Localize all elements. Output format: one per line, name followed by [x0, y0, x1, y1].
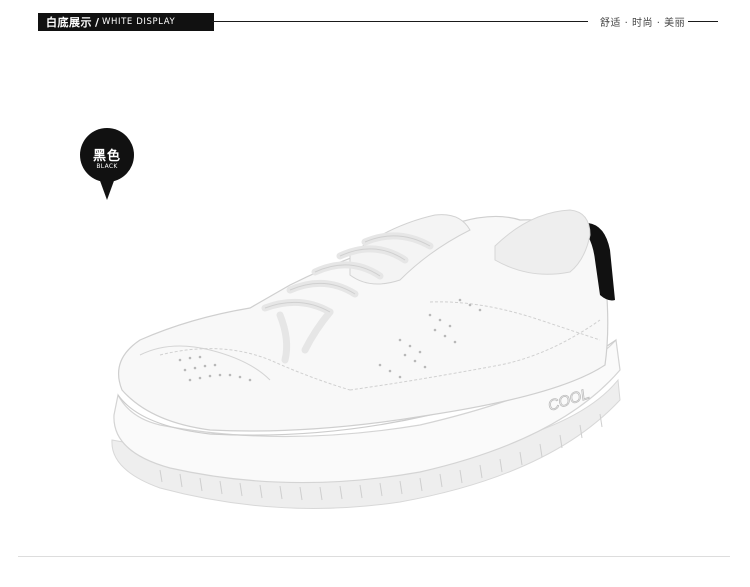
section-tag: 白底展示 / WHITE DISPLAY — [38, 13, 214, 31]
header-slogan: 舒适 · 时尚 · 美丽 — [600, 18, 686, 29]
footer-divider — [18, 556, 730, 557]
product-image: COOL — [100, 190, 640, 530]
color-badge-label-en: BLACK — [96, 163, 118, 170]
header-divider-left — [212, 21, 588, 22]
color-badge-label-cn: 黑色 — [92, 149, 121, 164]
section-tag-separator: / — [95, 15, 100, 29]
header-bar: 白底展示 / WHITE DISPLAY 舒适 · 时尚 · 美丽 — [0, 0, 750, 40]
section-tag-cn: 白底展示 — [46, 16, 92, 29]
header-divider-right — [688, 21, 718, 22]
section-tag-en: WHITE DISPLAY — [102, 17, 176, 27]
white-sneaker-icon: COOL — [111, 209, 621, 509]
